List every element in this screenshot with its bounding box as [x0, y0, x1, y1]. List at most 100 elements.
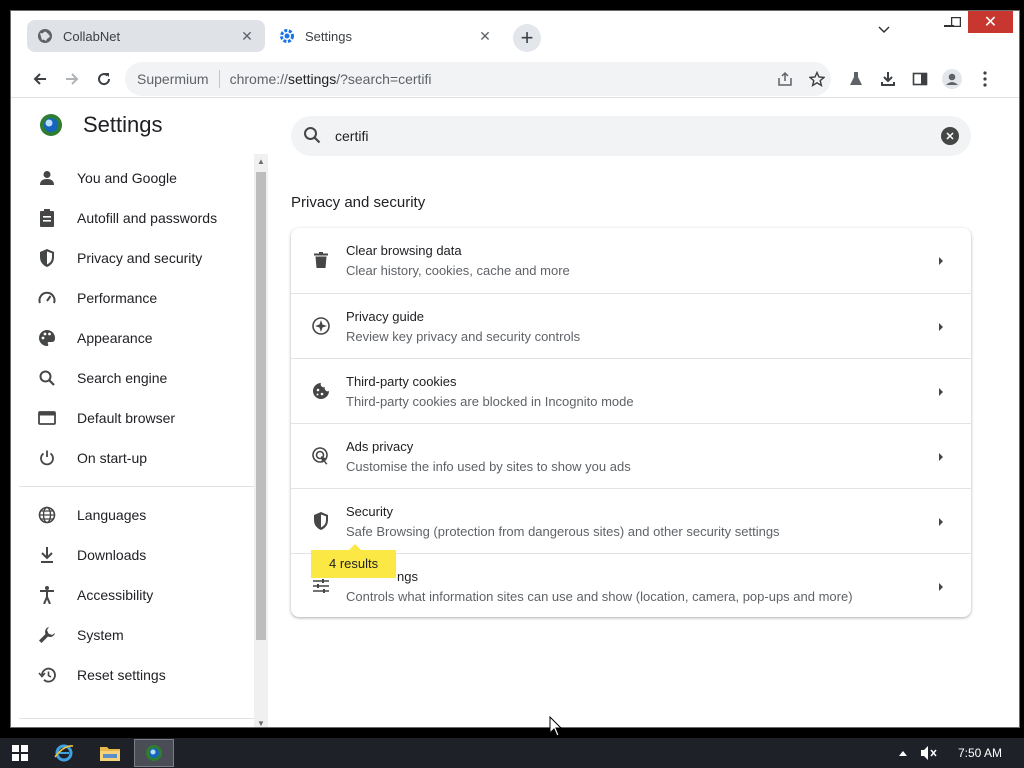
tab-strip: CollabNet ✕ Settings ✕ + ✕ — [11, 11, 1019, 61]
palette-icon — [37, 328, 57, 348]
close-window-button[interactable]: ✕ — [968, 11, 1013, 33]
new-tab-button[interactable]: + — [513, 24, 541, 52]
share-icon[interactable] — [773, 67, 797, 91]
shield-icon — [37, 248, 57, 268]
sidebar-item-search-engine[interactable]: Search engine — [19, 358, 257, 398]
omnibox-divider — [218, 70, 220, 88]
row-subtitle: Safe Browsing (protection from dangerous… — [346, 524, 780, 539]
sidebar-item-label: Downloads — [77, 547, 147, 563]
sidebar-item-reset-settings[interactable]: Reset settings — [19, 655, 257, 695]
maximize-button[interactable] — [943, 11, 969, 33]
tab-collabnet[interactable]: CollabNet ✕ — [27, 20, 265, 52]
reload-icon[interactable] — [92, 67, 116, 91]
cookie-icon — [311, 381, 331, 401]
search-icon — [37, 368, 57, 388]
forward-icon[interactable] — [60, 67, 84, 91]
scroll-up-arrow-icon[interactable]: ▲ — [254, 154, 268, 168]
labs-flask-icon[interactable] — [844, 67, 868, 91]
sliders-icon — [311, 576, 331, 596]
supermium-taskbar-icon[interactable] — [134, 739, 174, 767]
sidebar-item-label: Default browser — [77, 410, 176, 426]
sidebar-item-default-browser[interactable]: Default browser — [19, 398, 257, 438]
trash-icon — [311, 250, 331, 270]
sidebar-item-label: Accessibility — [77, 587, 154, 603]
sidebar-item-appearance[interactable]: Appearance — [19, 318, 257, 358]
start-button[interactable] — [0, 739, 40, 767]
supermium-logo-icon — [39, 113, 63, 137]
sidebar-divider — [19, 486, 257, 487]
browser-toolbar: Supermium chrome://settings/?search=cert… — [11, 61, 1019, 97]
address-bar[interactable]: Supermium chrome://settings/?search=cert… — [125, 62, 831, 96]
profile-avatar-icon[interactable] — [940, 67, 964, 91]
file-explorer-icon[interactable] — [90, 739, 130, 767]
sidebar-item-system[interactable]: System — [19, 615, 257, 655]
sidebar-scrollbar[interactable]: ▲ ▼ — [254, 154, 268, 728]
back-icon[interactable] — [28, 67, 52, 91]
chevron-right-icon — [936, 580, 946, 592]
row-subtitle: Customise the info used by sites to show… — [346, 459, 631, 474]
chevron-right-icon — [936, 450, 946, 462]
page-title: Settings — [83, 112, 163, 137]
sidebar-item-label: Privacy and security — [77, 250, 203, 266]
row-clear-browsing-data[interactable]: Clear browsing data Clear history, cooki… — [291, 228, 971, 293]
settings-header: Settings — [39, 112, 163, 138]
sidebar-item-label: Appearance — [77, 330, 153, 346]
search-input[interactable]: certifi — [335, 128, 941, 144]
gear-icon — [279, 28, 295, 44]
close-tab-icon[interactable]: ✕ — [239, 28, 255, 44]
speedometer-icon — [37, 288, 57, 308]
tray-overflow-icon[interactable] — [898, 738, 908, 768]
chevron-right-icon — [936, 515, 946, 527]
tab-settings[interactable]: Settings ✕ — [269, 20, 503, 52]
sidebar-item-autofill[interactable]: Autofill and passwords — [19, 198, 257, 238]
sidebar-item-privacy[interactable]: Privacy and security — [19, 238, 257, 278]
browser-window: CollabNet ✕ Settings ✕ + ✕ Supermium chr… — [10, 10, 1020, 728]
url-text: chrome://settings/?search=certifi — [229, 71, 432, 87]
scrollbar-thumb[interactable] — [256, 172, 266, 640]
ads-icon — [311, 446, 331, 466]
sidebar-item-performance[interactable]: Performance — [19, 278, 257, 318]
sidebar-item-label: Performance — [77, 290, 158, 306]
section-title: Privacy and security — [291, 194, 426, 211]
menu-kebab-icon[interactable] — [973, 67, 997, 91]
site-chip[interactable]: Supermium — [125, 71, 209, 87]
row-security[interactable]: Security Safe Browsing (protection from … — [291, 488, 971, 553]
settings-sidebar: You and Google Autofill and passwords Pr… — [19, 154, 257, 727]
download-icon — [37, 545, 57, 565]
globe-icon — [37, 505, 57, 525]
download-icon[interactable] — [876, 67, 900, 91]
internet-explorer-icon[interactable] — [44, 739, 84, 767]
scroll-down-arrow-icon[interactable]: ▼ — [254, 716, 268, 728]
row-privacy-guide[interactable]: Privacy guide Review key privacy and sec… — [291, 293, 971, 358]
clipboard-icon — [37, 208, 57, 228]
sidebar-item-label: Reset settings — [77, 667, 166, 683]
sidebar-item-label: Languages — [77, 507, 147, 523]
row-subtitle: Third-party cookies are blocked in Incog… — [346, 394, 634, 409]
tab-search-chevron-icon[interactable] — [869, 19, 899, 41]
search-results-bubble: 4 results — [311, 544, 397, 578]
sidebar-item-label: On start-up — [77, 450, 148, 466]
tab-title: Settings — [305, 28, 352, 44]
globe-icon — [37, 28, 53, 44]
browser-icon — [37, 408, 57, 428]
row-ads-privacy[interactable]: Ads privacy Customise the info used by s… — [291, 423, 971, 488]
sidebar-item-label: Autofill and passwords — [77, 210, 218, 226]
sidebar-item-downloads[interactable]: Downloads — [19, 535, 257, 575]
sidebar-item-languages[interactable]: Languages — [19, 495, 257, 535]
clock[interactable]: 7:50 AM — [958, 738, 1002, 768]
row-subtitle: Controls what information sites can use … — [346, 589, 853, 604]
sidebar-item-label: You and Google — [77, 170, 177, 186]
close-tab-icon[interactable]: ✕ — [477, 28, 493, 44]
power-icon — [37, 448, 57, 468]
row-title: Ads privacy — [346, 439, 414, 454]
side-panel-icon[interactable] — [908, 67, 932, 91]
clear-search-icon[interactable]: ✕ — [941, 127, 959, 145]
row-third-party-cookies[interactable]: Third-party cookies Third-party cookies … — [291, 358, 971, 423]
sidebar-item-accessibility[interactable]: Accessibility — [19, 575, 257, 615]
volume-muted-icon[interactable] — [920, 738, 938, 768]
wrench-icon — [37, 625, 57, 645]
sidebar-item-you-and-google[interactable]: You and Google — [19, 158, 257, 198]
sidebar-item-on-startup[interactable]: On start-up — [19, 438, 257, 478]
settings-search-field[interactable]: certifi ✕ — [291, 116, 971, 156]
bookmark-star-icon[interactable] — [805, 67, 829, 91]
